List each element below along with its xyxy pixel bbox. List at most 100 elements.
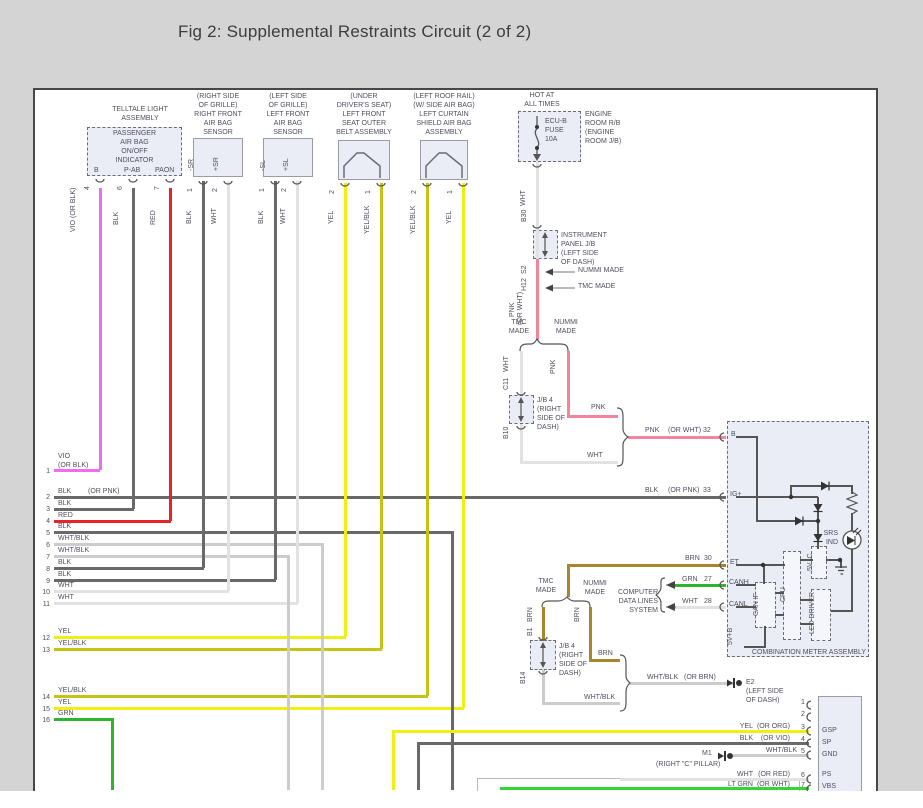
- hot-at-all-times: HOT AT ALL TIMES: [517, 91, 567, 109]
- wire-wht-branch-v2: [520, 424, 523, 463]
- nummi-made-pointer: NUMMI MADE: [578, 266, 624, 275]
- terminal-vbs: VBS: [822, 782, 836, 791]
- wire-grn-v: [111, 718, 114, 790]
- row-num-10: 10: [38, 588, 50, 597]
- meter-wire: [851, 549, 853, 612]
- connector-b1: B1: [527, 627, 535, 636]
- meter-wire: [744, 646, 765, 648]
- terminal-paon: PAON: [155, 166, 174, 175]
- wire-wht-sr-v: [227, 181, 230, 591]
- wire-wht-canl: [675, 606, 726, 609]
- 5v-ic-label: 5V IC: [807, 553, 815, 571]
- wire-yel-curtain-rot: YEL: [446, 211, 454, 224]
- meter-wire: [840, 559, 842, 568]
- connector-h12: H12: [521, 278, 529, 291]
- fuse-location: ENGINE ROOM R/B (ENGINE ROOM J/B): [585, 110, 621, 146]
- wire-pnk-right-rot: PNK: [550, 360, 558, 374]
- row-label-8: BLK: [58, 558, 71, 567]
- wire-blk-sl-v: [274, 181, 277, 580]
- connector-b14: B14: [520, 672, 528, 684]
- row-num-12: 12: [38, 634, 50, 643]
- wire-row3: [54, 508, 134, 511]
- pin-33: 33: [703, 486, 711, 495]
- wire-pnk-rot: PNK: [509, 303, 517, 317]
- jb4-box-2: [530, 640, 556, 670]
- jb4-label-2: J/B 4 (RIGHT SIDE OF DASH): [559, 642, 587, 678]
- nummi-made-split1: NUMMI MADE: [552, 318, 580, 336]
- terminal-pab: P-AB: [124, 166, 140, 175]
- wire-row5: [54, 531, 453, 534]
- row-num-14: 14: [38, 693, 50, 702]
- wire-row10: [54, 590, 229, 593]
- wire-wb-left-h: [542, 702, 620, 705]
- row-label-1: VIO (OR BLK): [58, 452, 88, 470]
- wire-wht-left-rot: WHT: [503, 356, 511, 372]
- figure-title: Fig 2: Supplemental Restraints Circuit (…: [178, 22, 531, 42]
- brn-label: BRN: [598, 649, 613, 658]
- grn-tag: GRN: [682, 575, 698, 584]
- meter-wire: [775, 614, 784, 616]
- meter-wire: [764, 626, 766, 648]
- curtain-box: [420, 140, 468, 180]
- terminal-b-meter: B: [731, 430, 736, 439]
- pin-1-sl: 1: [259, 188, 267, 192]
- pin-28: 28: [704, 597, 712, 606]
- wire-blk-v-row5: [451, 531, 454, 790]
- wire-row9: [54, 579, 276, 582]
- pnk-label: PNK: [591, 403, 605, 412]
- wire-brn-v: [567, 564, 570, 597]
- meter-wire: [756, 520, 818, 522]
- bottom-cutoff-strip: [0, 791, 923, 808]
- meter-wire: [817, 497, 819, 549]
- row-label-9: BLK: [58, 570, 71, 579]
- row-num-7: 7: [38, 553, 50, 562]
- row-label-5: BLK: [58, 522, 71, 531]
- left-sensor-heading: (LEFT SIDE OF GRILLE) LEFT FRONT AIR BAG…: [253, 92, 323, 137]
- blk-tag: BLK: [645, 486, 658, 495]
- wire-brn-right-v: [589, 607, 592, 661]
- wire-row2: [54, 496, 726, 499]
- pin-1-curtain: 1: [447, 190, 455, 194]
- belt-box: [338, 140, 390, 180]
- connector-b30: B30: [521, 210, 529, 222]
- row-num-3: 3: [38, 505, 50, 514]
- belt-heading: (UNDER DRIVER'S SEAT) LEFT FRONT SEAT OU…: [324, 92, 404, 137]
- row-num-16: 16: [38, 716, 50, 725]
- jb4-box-1: [509, 395, 534, 424]
- pin-2-sr: 2: [212, 188, 220, 192]
- connector-c11: C11: [503, 378, 511, 390]
- jb4-label-1: J/B 4 (RIGHT SIDE OF DASH): [537, 396, 565, 432]
- row-label-14: YEL/BLK: [58, 686, 86, 695]
- wire-yel-belt-rot: YEL: [328, 211, 336, 224]
- m1-ground-name: M1: [702, 749, 712, 758]
- wire-wht-sl-v: [296, 181, 299, 603]
- wire-yelblk-curtain-rot: YEL/BLK: [410, 206, 418, 234]
- row-num-6: 6: [38, 541, 50, 550]
- wire-brn-right-h: [589, 659, 620, 662]
- meter-wire: [736, 496, 818, 498]
- row-label-3: BLK: [58, 499, 71, 508]
- row-label-4: RED: [58, 511, 73, 520]
- fuse-label: ECU-B FUSE 10A: [545, 117, 567, 144]
- wire-row6: [54, 543, 323, 546]
- meter-wire: [800, 599, 813, 601]
- wht-label: WHT: [587, 451, 603, 460]
- meter-wire: [736, 564, 785, 566]
- terminal-minus-sr: -SR: [188, 159, 196, 171]
- wire-yel-curtain-v: [462, 183, 465, 708]
- wire-red-rot: RED: [150, 210, 158, 225]
- wire-wht-fuse-v: [536, 162, 539, 260]
- wire-pnk-alt-rot: (OR WHT): [517, 292, 525, 325]
- pnk-tag: PNK: [645, 426, 659, 435]
- wire-yelblk-belt-v: [380, 183, 383, 649]
- wire-yel-belt-v: [344, 183, 347, 637]
- meter-wire: [790, 485, 853, 487]
- wire-pnk-v: [536, 259, 539, 340]
- wht-tag: WHT: [682, 597, 698, 606]
- pin-1: 1: [801, 698, 805, 707]
- wire-wht-branch-h: [520, 461, 618, 464]
- terminal-gnd: GND: [822, 750, 838, 759]
- brn-tag: BRN: [685, 554, 700, 563]
- telltale-body: PASSENGER AIR BAG ON/OFF INDICATOR: [89, 129, 180, 165]
- wire-wb-v-row7: [287, 555, 290, 790]
